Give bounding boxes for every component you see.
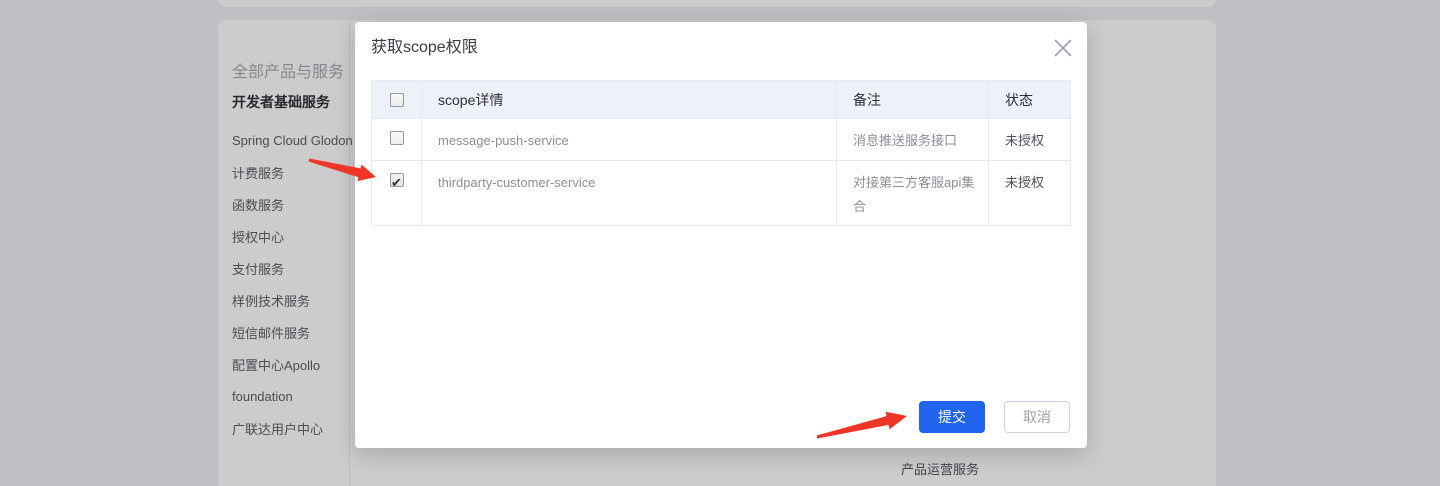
dialog-title: 获取scope权限 [371, 39, 478, 56]
cancel-button[interactable]: 取消 [1004, 401, 1070, 433]
column-header-scope: scope详情 [421, 80, 837, 119]
close-icon[interactable] [1050, 35, 1076, 61]
table-row: thirdparty-customer-service 对接第三方客服api集合… [371, 160, 1071, 226]
scope-name: thirdparty-customer-service [421, 160, 837, 226]
scope-remark: 消息推送服务接口 [836, 118, 989, 161]
scope-table: scope详情 备注 状态 message-push-service 消息推送服… [371, 80, 1071, 226]
select-all-checkbox[interactable] [389, 93, 404, 107]
row-checkbox[interactable] [389, 171, 404, 195]
scope-permission-dialog: 获取scope权限 scope详情 备注 状态 message-push-ser… [355, 22, 1087, 448]
table-header-row: scope详情 备注 状态 [371, 80, 1071, 119]
scope-status: 未授权 [988, 160, 1071, 226]
scope-status: 未授权 [988, 118, 1071, 161]
column-header-status: 状态 [988, 80, 1071, 119]
submit-button[interactable]: 提交 [919, 401, 985, 433]
scope-remark: 对接第三方客服api集合 [836, 160, 989, 226]
column-header-remark: 备注 [836, 80, 989, 119]
table-row: message-push-service 消息推送服务接口 未授权 [371, 118, 1071, 161]
dialog-footer: 提交 取消 [919, 401, 1070, 433]
row-checkbox[interactable] [389, 131, 404, 145]
scope-name: message-push-service [421, 118, 837, 161]
